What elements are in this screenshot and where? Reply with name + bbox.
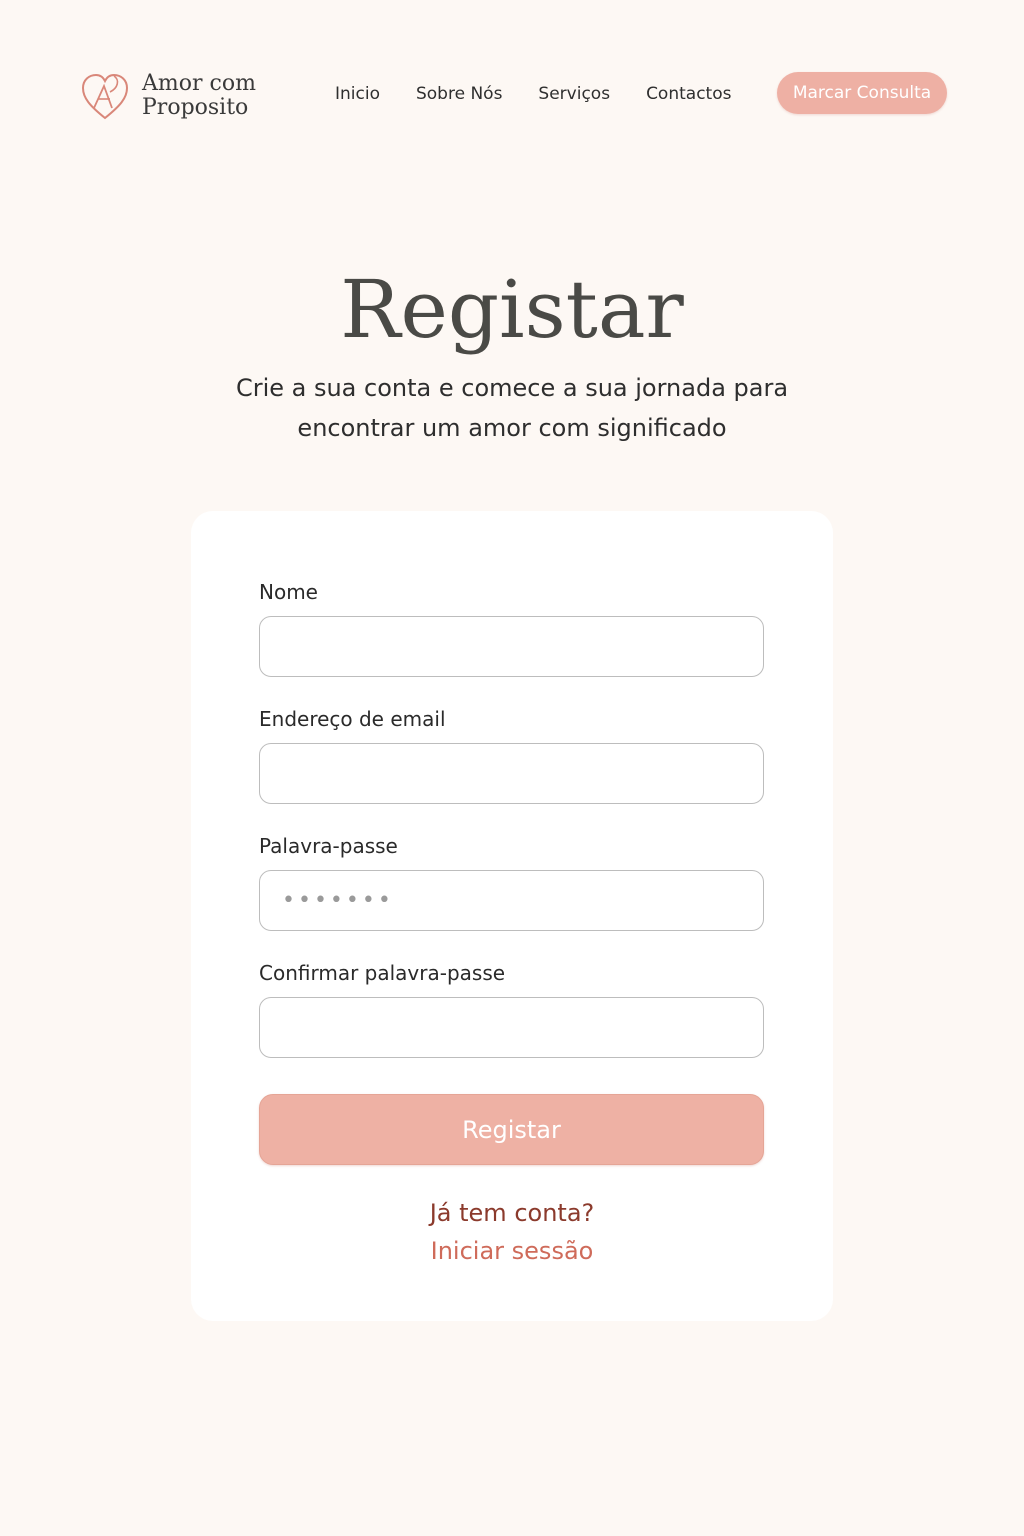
brand-name: Amor com Proposito (142, 72, 256, 120)
confirm-password-label: Confirmar palavra-passe (259, 961, 506, 985)
main-nav: Inicio Sobre Nós Serviços Contactos (335, 82, 767, 106)
has-account-text: Já tem conta? (429, 1199, 595, 1227)
heart-logo-icon (81, 73, 129, 120)
register-card: Nome Endereço de email Palavra-passe •••… (191, 511, 833, 1321)
nav-item-sobre-nos[interactable]: Sobre Nós (416, 82, 502, 106)
page-subtitle: Crie a sua conta e comece a sua jornada … (235, 374, 789, 442)
nav-item-servicos[interactable]: Serviços (538, 82, 610, 106)
password-input-value: ••••••• (282, 888, 394, 913)
nav-item-contactos[interactable]: Contactos (646, 82, 731, 106)
email-label: Endereço de email (259, 707, 446, 731)
register-button[interactable]: Registar (259, 1094, 764, 1165)
brand-name-line1: Amor com (142, 71, 256, 96)
name-label: Nome (259, 580, 318, 604)
login-link[interactable]: Iniciar sessão (191, 1235, 833, 1267)
password-label: Palavra-passe (259, 834, 398, 858)
brand-name-line2: Proposito (142, 95, 249, 120)
book-consultation-button[interactable]: Marcar Consulta (777, 72, 947, 114)
site-header: Amor com Proposito Inicio Sobre Nós Serv… (0, 0, 1024, 190)
email-input[interactable] (259, 743, 764, 804)
page-title: Registar (340, 263, 684, 356)
password-input[interactable]: ••••••• (259, 870, 764, 931)
confirm-password-input[interactable] (259, 997, 764, 1058)
nav-item-inicio[interactable]: Inicio (335, 82, 380, 106)
name-input[interactable] (259, 616, 764, 677)
brand-logo[interactable]: Amor com Proposito (80, 68, 256, 124)
